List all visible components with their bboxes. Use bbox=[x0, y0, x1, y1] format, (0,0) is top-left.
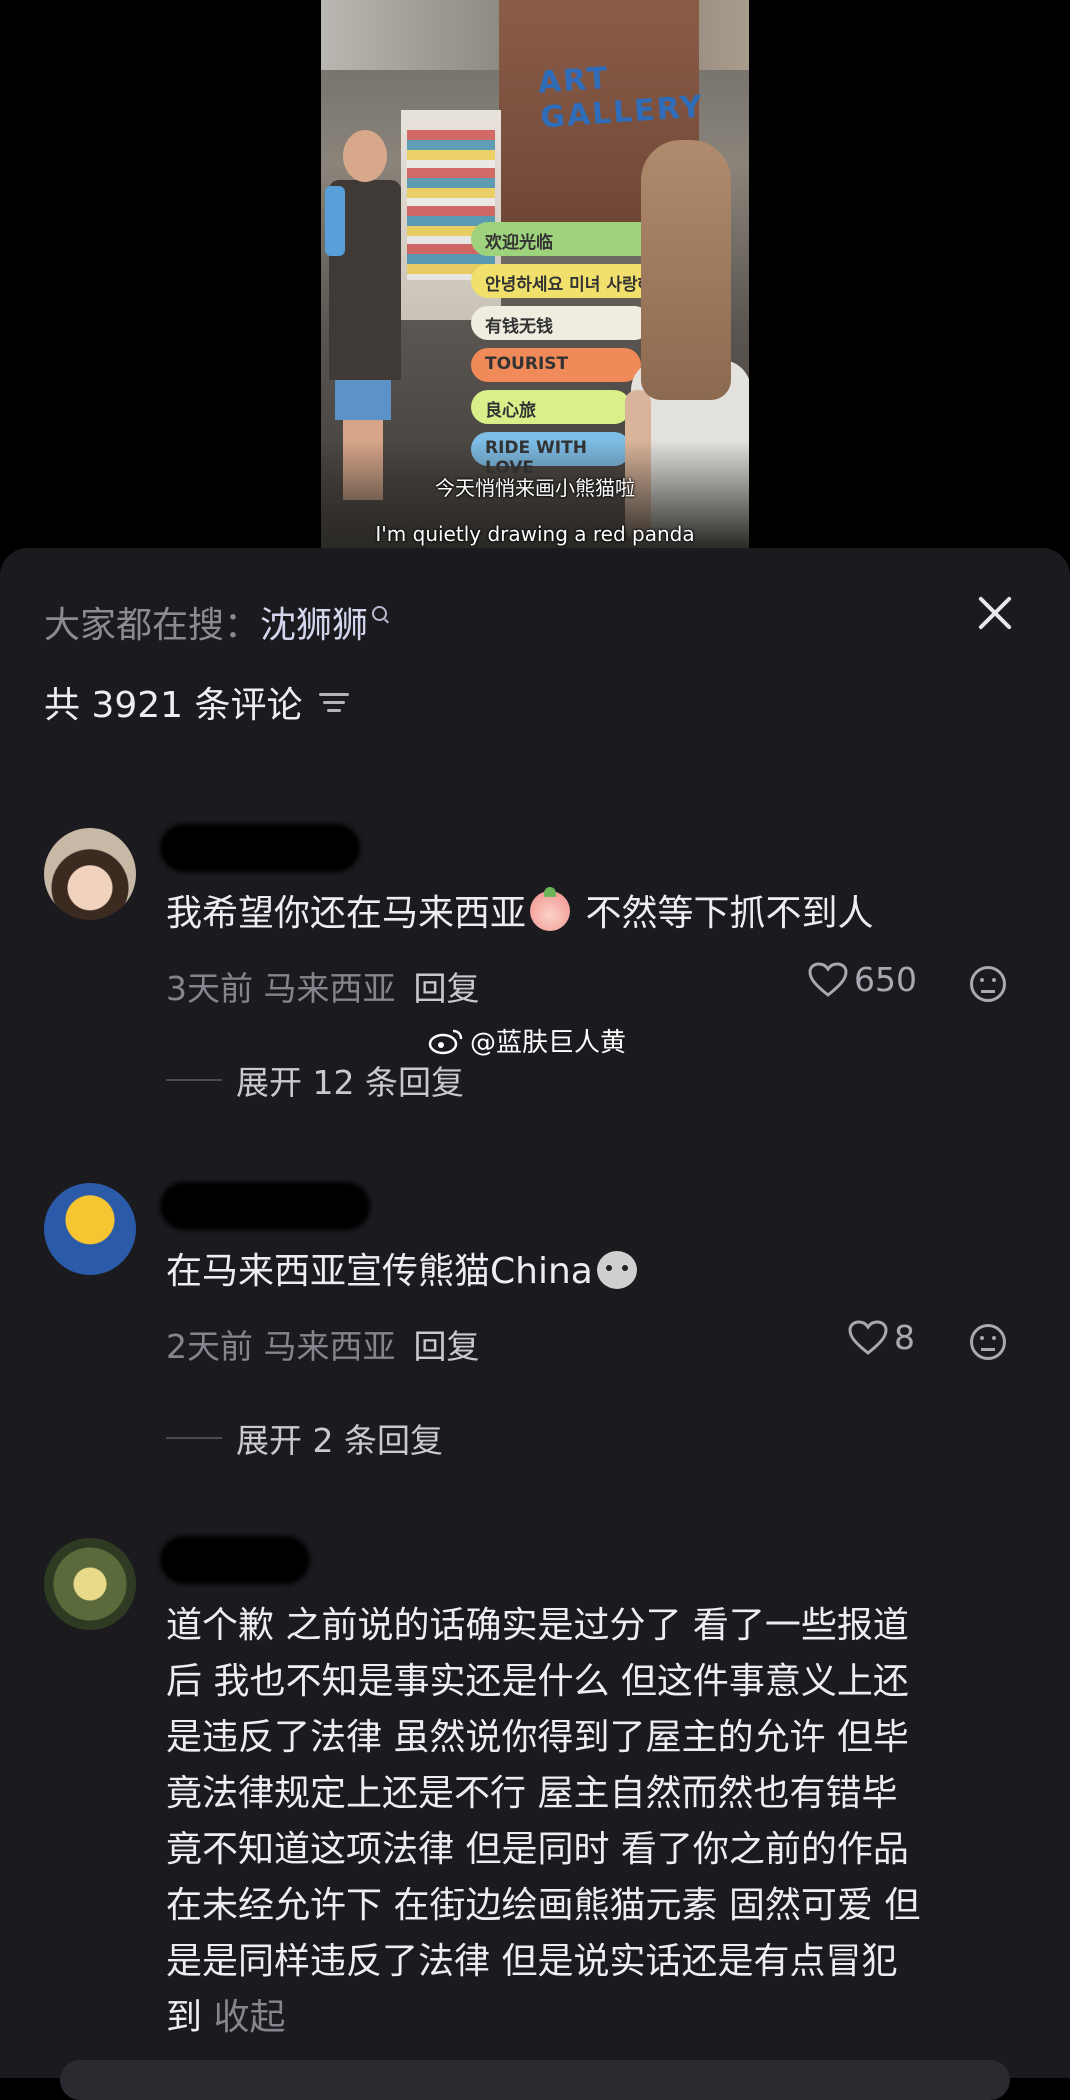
heart-icon bbox=[808, 961, 848, 997]
video-player[interactable]: ART GALLERY 欢迎光临 안녕하세요 미녀 사랑해 有钱无钱 TOURI… bbox=[321, 0, 749, 548]
subtitle-english: I'm quietly drawing a red panda bbox=[375, 522, 695, 546]
search-keyword[interactable]: 沈狮狮 bbox=[260, 605, 368, 646]
subtitle-chinese: 今天悄悄来画小熊猫啦 bbox=[435, 476, 635, 500]
comment-line: 道个歉 之前说的话确实是过分了 看了一些报道 bbox=[166, 1605, 909, 1646]
redacted-username bbox=[160, 824, 360, 872]
comment-line: 是违反了法律 虽然说你得到了屋主的允许 但毕 bbox=[166, 1717, 909, 1758]
reply-button[interactable]: 回复 bbox=[414, 1327, 480, 1366]
comment-line: 在未经允许下 在街边绘画熊猫元素 固然可爱 但 bbox=[166, 1885, 921, 1926]
sort-icon[interactable] bbox=[318, 689, 353, 715]
close-button[interactable] bbox=[970, 588, 1020, 638]
search-icon bbox=[372, 606, 388, 621]
emoji-icon[interactable] bbox=[970, 966, 1006, 1002]
reply-button[interactable]: 回复 bbox=[414, 969, 480, 1008]
comment-line: 竟法律规定上还是不行 屋主自然而然也有错毕 bbox=[166, 1773, 898, 1814]
watermark: @蓝肤巨人黄 bbox=[428, 1022, 626, 1059]
avatar[interactable] bbox=[44, 1538, 136, 1630]
redacted-username bbox=[160, 1182, 370, 1230]
collapse-button[interactable]: 收起 bbox=[213, 1997, 285, 2038]
comment-meta: 3天前 马来西亚 回复 bbox=[166, 969, 480, 1008]
comment-meta: 2天前 马来西亚 回复 bbox=[166, 1327, 480, 1366]
comment-line: 后 我也不知是事实还是什么 但这件事意义上还 bbox=[166, 1661, 909, 1702]
comment-line-last: 到 收起 bbox=[166, 1997, 286, 2038]
comment-text: 我希望你还在马来西亚 不然等下抓不到人 bbox=[166, 887, 874, 934]
search-prefix: 大家都在搜： bbox=[44, 605, 261, 646]
expand-replies[interactable]: 展开 12 条回复 bbox=[166, 1056, 464, 1104]
peach-emoji bbox=[530, 887, 571, 931]
heart-icon bbox=[848, 1319, 888, 1355]
cat-emoji bbox=[596, 1251, 637, 1289]
emoji-icon[interactable] bbox=[970, 1324, 1006, 1360]
search-suggestion[interactable]: 大家都在搜：沈狮狮 bbox=[44, 596, 388, 648]
video-wall-text: ART GALLERY bbox=[536, 60, 706, 136]
like-button[interactable]: 8 bbox=[848, 1318, 915, 1357]
like-count: 650 bbox=[854, 960, 917, 999]
comment-line: 是是同样违反了法律 但是说实话还是有点冒犯 bbox=[166, 1941, 898, 1982]
sign-5: 良心旅 bbox=[471, 390, 631, 424]
comment-count: 共 3921 条评论 bbox=[44, 685, 303, 726]
comment-count-row: 共 3921 条评论 bbox=[44, 676, 353, 728]
bottom-input-bar[interactable] bbox=[60, 2060, 1010, 2100]
weibo-icon bbox=[428, 1029, 463, 1054]
comment-text: 道个歉 之前说的话确实是过分了 看了一些报道 后 我也不知是事实还是什么 但这件… bbox=[166, 1598, 920, 2046]
comment-line: 竟不知道这项法律 但是同时 看了你之前的作品 bbox=[166, 1829, 909, 1870]
like-count: 8 bbox=[894, 1318, 915, 1357]
like-button[interactable]: 650 bbox=[808, 960, 917, 999]
redacted-username bbox=[160, 1536, 310, 1584]
avatar[interactable] bbox=[44, 828, 136, 920]
avatar[interactable] bbox=[44, 1183, 136, 1275]
comment-text: 在马来西亚宣传熊猫China bbox=[166, 1244, 637, 1300]
expand-replies[interactable]: 展开 2 条回复 bbox=[166, 1414, 443, 1462]
